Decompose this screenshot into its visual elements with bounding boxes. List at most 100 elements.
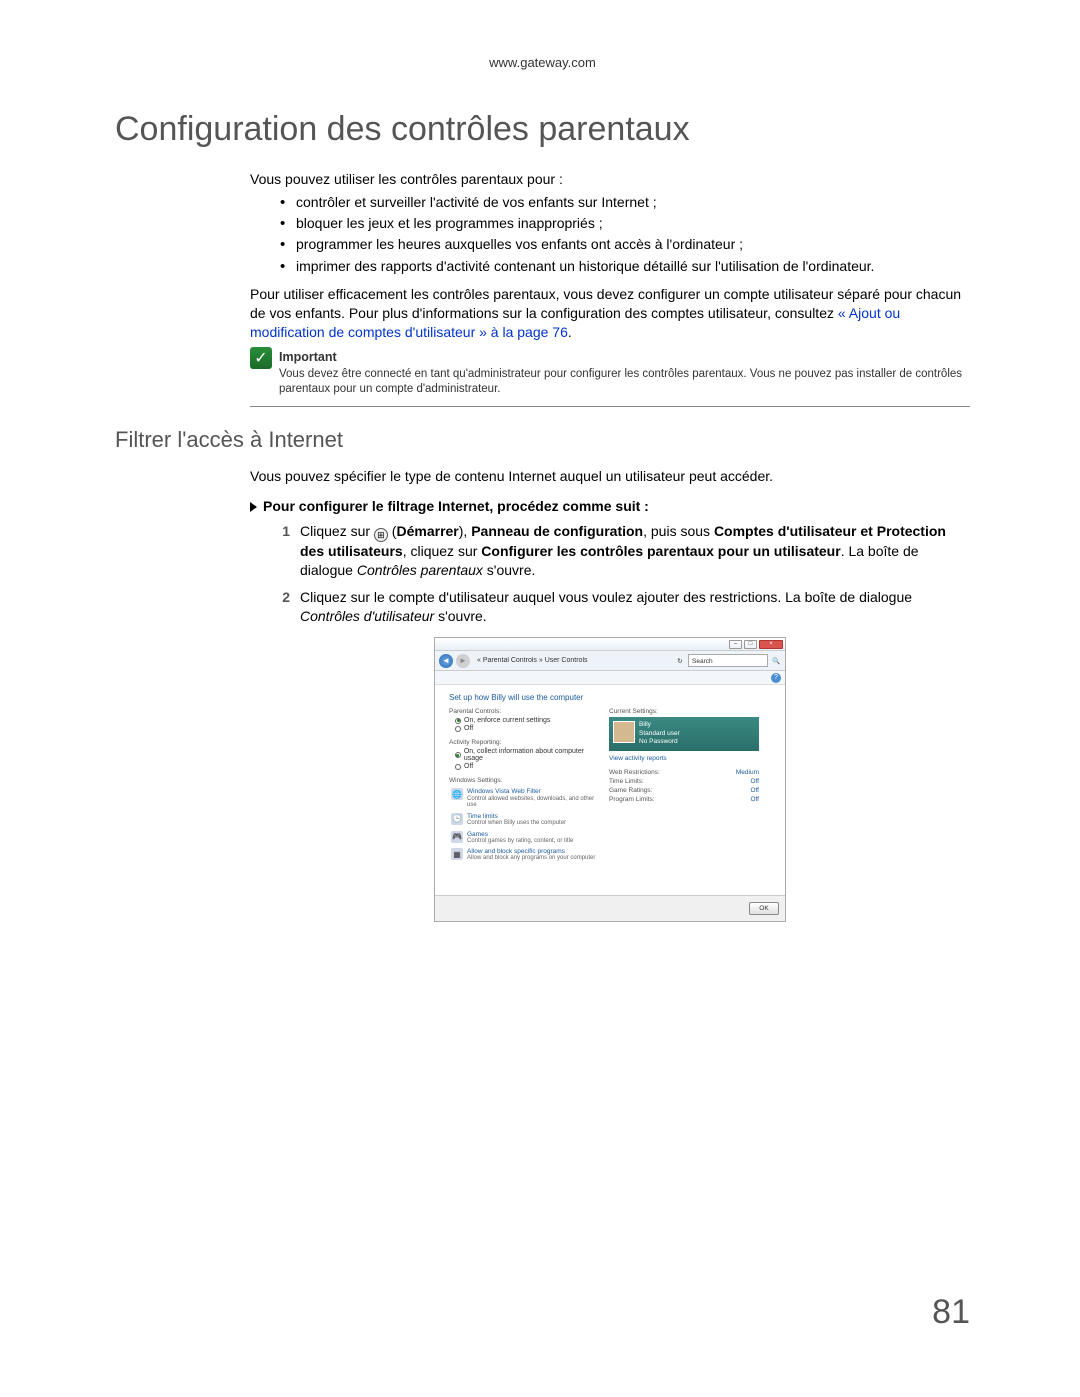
dialog-footer: OK xyxy=(435,895,785,921)
user-password-status: No Password xyxy=(639,738,680,746)
start-icon: ⊞ xyxy=(374,528,388,542)
step-text: Cliquez sur xyxy=(300,523,374,539)
link-title: Time limits xyxy=(467,813,566,820)
radio-on[interactable] xyxy=(455,752,461,758)
search-go-icon[interactable]: 🔍 xyxy=(771,654,781,667)
settings-row: Game Ratings: Off xyxy=(609,786,759,795)
dialog-heading: Set up how Billy will use the computer xyxy=(449,693,773,702)
row-key: Game Ratings: xyxy=(609,787,652,794)
radio-label: Off xyxy=(464,725,473,732)
step-item: 1 Cliquez sur ⊞ (Démarrer), Panneau de c… xyxy=(268,522,970,580)
radio-label: Off xyxy=(464,763,473,770)
steps-list: 1 Cliquez sur ⊞ (Démarrer), Panneau de c… xyxy=(268,522,970,626)
intro-text: Vous pouvez utiliser les contrôles paren… xyxy=(250,171,970,187)
toolbar: ? xyxy=(435,671,785,685)
page-title: Configuration des contrôles parentaux xyxy=(115,110,970,149)
step-number: 1 xyxy=(268,522,290,580)
bullet-item: programmer les heures auxquelles vos enf… xyxy=(250,235,970,253)
bullet-item: contrôler et surveiller l'activité de vo… xyxy=(250,193,970,211)
step-text: , cliquez sur xyxy=(403,543,482,559)
section-intro: Vous pouvez spécifier le type de contenu… xyxy=(250,467,970,486)
radio-label: On, collect information about computer u… xyxy=(464,748,599,762)
important-callout: ✓ Important Vous devez être connecté en … xyxy=(250,349,970,398)
link-desc: Control allowed websites, downloads, and… xyxy=(467,796,599,809)
view-reports-link[interactable]: View activity reports xyxy=(609,755,759,762)
radio-label: On, enforce current settings xyxy=(464,717,550,724)
step-text: Cliquez sur le compte d'utilisateur auqu… xyxy=(300,589,912,605)
dialog-name: Contrôles parentaux xyxy=(357,562,483,578)
row-value[interactable]: Off xyxy=(750,796,759,803)
maximize-button[interactable]: □ xyxy=(744,640,757,649)
link-desc: Allow and block any programs on your com… xyxy=(467,855,595,862)
back-button[interactable]: ◄ xyxy=(439,654,453,668)
section-label: Current Settings: xyxy=(609,708,759,715)
address-bar: ◄ ► « Parental Controls » User Controls … xyxy=(435,651,785,671)
divider xyxy=(250,406,970,407)
section-label: Activity Reporting: xyxy=(449,739,599,746)
globe-icon: 🌐 xyxy=(451,788,463,800)
para-text: . xyxy=(568,324,572,340)
step-text: s'ouvre. xyxy=(434,608,486,624)
help-icon[interactable]: ? xyxy=(771,673,781,683)
step-number: 2 xyxy=(268,588,290,626)
link-title: Games xyxy=(467,831,573,838)
settings-row: Program Limits: Off xyxy=(609,795,759,804)
link-title: Allow and block specific programs xyxy=(467,848,595,855)
check-icon: ✓ xyxy=(250,347,272,369)
step-text: , puis sous xyxy=(643,523,714,539)
games-icon: 🎮 xyxy=(451,831,463,843)
row-value[interactable]: Off xyxy=(750,787,759,794)
row-value[interactable]: Medium xyxy=(736,769,759,776)
settings-link[interactable]: 🌐 Windows Vista Web FilterControl allowe… xyxy=(449,786,599,810)
row-key: Web Restrictions: xyxy=(609,769,660,776)
procedure-title-text: Pour configurer le filtrage Internet, pr… xyxy=(263,498,649,514)
radio-on[interactable] xyxy=(455,718,461,724)
section-label: Windows Settings: xyxy=(449,777,599,784)
settings-link[interactable]: 🎮 GamesControl games by rating, content,… xyxy=(449,829,599,847)
link-title: Windows Vista Web Filter xyxy=(467,788,599,795)
link-desc: Control when Billy uses the computer xyxy=(467,820,566,827)
paragraph: Pour utiliser efficacement les contrôles… xyxy=(250,285,970,342)
window-titlebar: – □ × xyxy=(435,638,785,651)
breadcrumb[interactable]: « Parental Controls » User Controls xyxy=(473,657,672,664)
bullet-list: contrôler et surveiller l'activité de vo… xyxy=(250,193,970,275)
ui-ref: Démarrer xyxy=(396,523,458,539)
refresh-icon[interactable]: ↻ xyxy=(675,654,685,667)
step-text: ), xyxy=(459,523,471,539)
settings-row: Time Limits: Off xyxy=(609,777,759,786)
procedure-title: Pour configurer le filtrage Internet, pr… xyxy=(250,498,970,514)
radio-off[interactable] xyxy=(455,726,461,732)
ok-button[interactable]: OK xyxy=(749,902,779,915)
important-title: Important xyxy=(279,350,337,364)
settings-link[interactable]: 🕒 Time limitsControl when Billy uses the… xyxy=(449,811,599,829)
user-name: Billy xyxy=(639,721,680,729)
settings-link[interactable]: ▦ Allow and block specific programsAllow… xyxy=(449,846,599,864)
link-desc: Control games by rating, content, or tit… xyxy=(467,838,573,845)
header-url: www.gateway.com xyxy=(115,55,970,70)
dialog-screenshot: – □ × ◄ ► « Parental Controls » User Con… xyxy=(434,637,786,922)
program-icon: ▦ xyxy=(451,848,463,860)
settings-row: Web Restrictions: Medium xyxy=(609,768,759,777)
row-key: Program Limits: xyxy=(609,796,655,803)
user-type: Standard user xyxy=(639,730,680,738)
step-text: s'ouvre. xyxy=(483,562,535,578)
user-card: Billy Standard user No Password xyxy=(609,717,759,750)
bullet-item: bloquer les jeux et les programmes inapp… xyxy=(250,214,970,232)
chevron-right-icon xyxy=(250,502,257,512)
clock-icon: 🕒 xyxy=(451,813,463,825)
forward-button[interactable]: ► xyxy=(456,654,470,668)
ui-ref: Panneau de configuration xyxy=(471,523,643,539)
avatar xyxy=(613,721,635,743)
ui-ref: Configurer les contrôles parentaux pour … xyxy=(481,543,840,559)
dialog-name: Contrôles d'utilisateur xyxy=(300,608,434,624)
row-key: Time Limits: xyxy=(609,778,644,785)
important-text: Vous devez être connecté en tant qu'admi… xyxy=(279,368,962,396)
row-value[interactable]: Off xyxy=(750,778,759,785)
radio-off[interactable] xyxy=(455,764,461,770)
page-number: 81 xyxy=(932,1293,970,1332)
section-label: Parental Controls: xyxy=(449,708,599,715)
minimize-button[interactable]: – xyxy=(729,640,742,649)
bullet-item: imprimer des rapports d'activité contena… xyxy=(250,257,970,275)
close-button[interactable]: × xyxy=(759,640,783,649)
search-input[interactable]: Search xyxy=(688,654,768,667)
